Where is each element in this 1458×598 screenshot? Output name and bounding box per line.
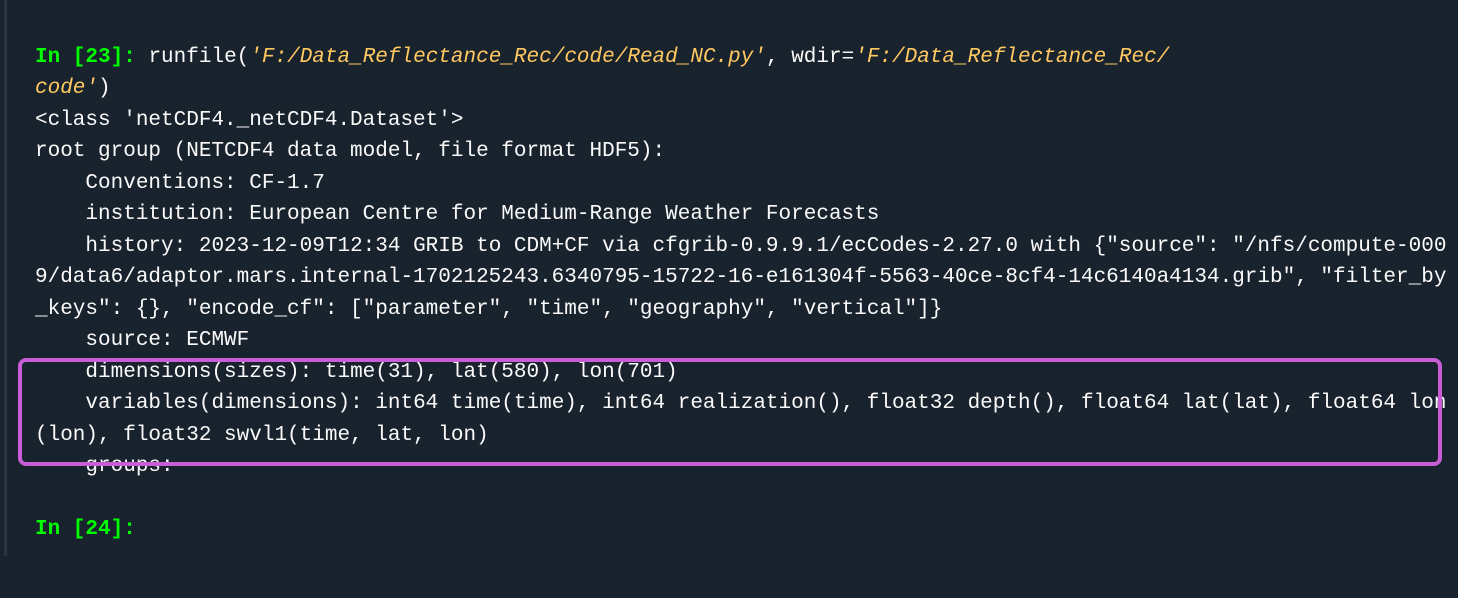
- input-prompt: In [23]:: [35, 46, 148, 69]
- code-kw-wdir: wdir: [791, 46, 841, 69]
- code-arg-filepath: 'F:/Data_Reflectance_Rec/code/Read_NC.py…: [249, 46, 766, 69]
- in-close: ]:: [111, 46, 149, 69]
- in-close-2: ]:: [111, 518, 149, 541]
- output-variables-line: variables(dimensions): int64 time(time),…: [35, 392, 1446, 447]
- output-dimensions-line: dimensions(sizes): time(31), lat(580), l…: [35, 361, 678, 384]
- output-groups-line: groups:: [35, 455, 186, 478]
- code-close-paren: ): [98, 77, 111, 100]
- in-label-2: In [: [35, 518, 85, 541]
- output-source-line: source: ECMWF: [35, 329, 249, 352]
- code-sep: ,: [766, 46, 791, 69]
- output-history-line: history: 2023-12-09T12:34 GRIB to CDM+CF…: [35, 235, 1446, 321]
- ipython-console[interactable]: In [23]: runfile('F:/Data_Reflectance_Re…: [4, 0, 1458, 556]
- output-rootgroup-line: root group (NETCDF4 data model, file for…: [35, 140, 665, 163]
- code-eq: =: [842, 46, 855, 69]
- code-arg-wdir-a: 'F:/Data_Reflectance_Rec/: [854, 46, 1169, 69]
- in-counter: 23: [85, 46, 110, 69]
- code-arg-wdir-b: code': [35, 77, 98, 100]
- in-label: In [: [35, 46, 85, 69]
- code-func: runfile: [148, 46, 236, 69]
- output-conventions-line: Conventions: CF-1.7: [35, 172, 325, 195]
- input-prompt-next[interactable]: In [24]:: [35, 518, 148, 541]
- in-counter-2: 24: [85, 518, 110, 541]
- output-institution-line: institution: European Centre for Medium-…: [35, 203, 879, 226]
- output-class-line: <class 'netCDF4._netCDF4.Dataset'>: [35, 109, 463, 132]
- code-open-paren: (: [237, 46, 250, 69]
